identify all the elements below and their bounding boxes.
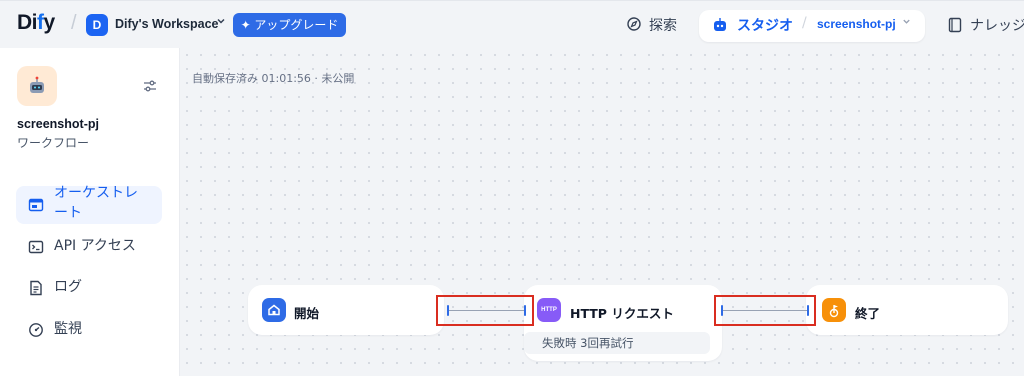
app-type: ワークフロー (17, 136, 90, 150)
edge-http-to-end[interactable] (722, 310, 808, 311)
edge-start-to-http[interactable] (448, 310, 526, 311)
upgrade-button[interactable]: ✦ アップグレード (233, 13, 346, 37)
nav-studio-label[interactable]: スタジオ (737, 15, 793, 35)
workspace-avatar[interactable]: D (86, 14, 108, 36)
sliders-icon[interactable] (142, 78, 158, 94)
nav-knowledge[interactable]: ナレッジ (970, 15, 1024, 35)
sidebar-item-label: ログ (54, 279, 82, 295)
http-icon: HTTP (537, 298, 561, 322)
app-name: screenshot-pj (17, 117, 99, 131)
sidebar-item-label: ート (54, 205, 82, 221)
window-icon (28, 197, 44, 213)
workspace-switcher[interactable]: Dify's Workspace (115, 17, 218, 31)
robot-icon (30, 76, 44, 93)
sidebar-item-label: API アクセス (54, 238, 136, 254)
top-navbar: Dify / D Dify's Workspace ✦ アップグレード 探索 ス… (0, 0, 1024, 48)
edge-handle[interactable] (807, 305, 809, 316)
node-retry-info: 失敗時 3回再試行 (524, 332, 710, 354)
node-title-http: HTTP リクエスト (570, 306, 674, 321)
nav-explore[interactable]: 探索 (649, 15, 677, 35)
chevron-down-icon[interactable] (902, 17, 911, 29)
file-list-icon (28, 280, 44, 296)
edge-handle[interactable] (524, 305, 526, 316)
home-icon (262, 298, 286, 322)
autosave-status: 自動保存済み 01:01:56 · 未公開 (192, 72, 355, 85)
sidebar-item-api-access[interactable]: API アクセス (16, 236, 162, 258)
terminal-icon (28, 239, 44, 255)
flag-icon (822, 298, 846, 322)
sidebar-item-label: オーケストレ (54, 185, 138, 201)
app-icon (17, 66, 57, 106)
robot-icon (712, 17, 728, 33)
sidebar-item-monitoring[interactable]: 監視 (16, 319, 162, 341)
chevron-down-icon[interactable] (216, 16, 226, 29)
node-title-start: 開始 (294, 306, 320, 321)
breadcrumb-separator: / (802, 15, 807, 31)
edge-handle[interactable] (721, 305, 723, 316)
book-icon[interactable] (948, 17, 962, 33)
sidebar-item-logs[interactable]: ログ (16, 277, 162, 299)
breadcrumb-separator: / (71, 12, 77, 34)
gauge-icon (28, 322, 44, 338)
node-title-end: 終了 (855, 306, 881, 321)
sidebar-item-orchestrate[interactable]: オーケストレ ート (16, 185, 162, 224)
compass-icon[interactable] (626, 16, 642, 32)
app-switcher[interactable]: screenshot-pj (817, 17, 896, 31)
sidebar-item-label: 監視 (54, 321, 82, 337)
edge-handle[interactable] (447, 305, 449, 316)
dify-logo[interactable]: Dify (17, 11, 55, 35)
logo-text: Di (17, 11, 38, 34)
logo-text-end: y (43, 11, 56, 34)
